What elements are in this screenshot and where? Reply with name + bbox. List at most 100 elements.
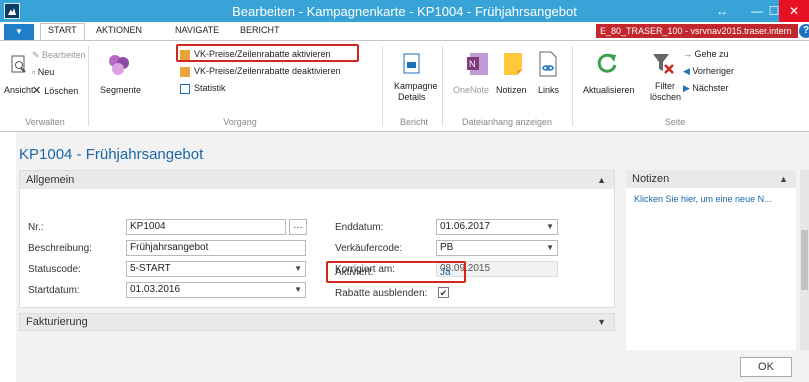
chevron-up-icon[interactable]: ▲ [779,170,788,188]
file-menu-button[interactable]: ▼ [4,24,34,40]
notizen-title: Notizen [632,173,670,185]
naechster-label: Nächster [692,83,729,93]
price-deactivate-icon [180,67,190,77]
vorheriger-label: Vorheriger [692,66,734,76]
statistik-button[interactable]: Statistik [194,83,226,93]
links-button[interactable]: Links [538,85,559,95]
restore-icon[interactable]: ↔ [708,0,736,22]
nr-field[interactable]: KP1004 [126,219,286,235]
statuscode-select[interactable]: 5-START ▼ [126,261,306,277]
rabatte-label: Rabatte ausblenden: [335,288,428,299]
onenote-button[interactable]: OneNote [453,85,489,95]
statuscode-label: Statuscode: [28,264,81,275]
verkaeufercode-select[interactable]: PB ▼ [436,240,558,256]
allgemein-title: Allgemein [26,174,75,186]
window-title: Bearbeiten - Kampagnenkarte - KP1004 - F… [232,4,577,19]
highlight-aktivieren [176,44,359,62]
segments-icon [109,55,129,75]
nr-label: Nr.: [28,222,44,233]
prev-arrow-icon: ◀ [683,66,693,76]
kampagne-details-button[interactable]: Kampagne [394,81,438,91]
startdatum-value: 01.03.2016 [130,284,181,295]
checkmark-icon: ✔ [439,288,448,298]
lookup-button[interactable]: … [289,219,307,235]
vk-deaktivieren-button[interactable]: VK-Preise/Zeilenrabatte deaktivieren [194,66,341,76]
title-bar: Bearbeiten - Kampagnenkarte - KP1004 - F… [0,0,809,22]
notes-icon [504,53,522,75]
link-doc-icon [539,51,557,77]
group-label-vorgang: Vorgang [223,117,257,127]
startdatum-label: Startdatum: [28,285,80,296]
ok-button[interactable]: OK [740,357,792,377]
allgemein-header[interactable]: Allgemein ▲ [20,171,614,189]
segmente-button[interactable]: Segmente [100,85,141,95]
verkaeufercode-label: Verkäufercode: [335,243,403,254]
statuscode-value: 5-START [130,263,171,274]
chevron-down-icon: ▼ [294,285,302,294]
pencil-icon: ✎ [32,50,43,60]
bearbeiten-button[interactable]: ✎ Bearbeiten [32,50,86,61]
filter-loeschen-button[interactable]: Filter [655,81,675,91]
group-label-dateianhang: Dateianhang anzeigen [461,117,553,127]
tab-aktionen[interactable]: AKTIONEN [96,25,142,35]
enddatum-label: Enddatum: [335,222,384,233]
neu-label: Neu [37,67,55,77]
filter-loeschen-line2: löschen [650,92,682,102]
chevron-down-icon: ▼ [546,243,554,252]
chevron-down-icon: ▼ [546,222,554,231]
group-label-seite: Seite [664,117,686,127]
beschreibung-field[interactable]: Frühjahrsangebot [126,240,306,256]
clear-filter-icon [653,54,674,74]
group-separator [442,46,443,126]
tab-navigate[interactable]: NAVIGATE [175,25,219,35]
ribbon: Ansicht ✎ Bearbeiten ▫ Neu ✕ Löschen Ver… [0,40,809,132]
left-margin [0,132,16,382]
page-title: KP1004 - Frühjahrsangebot [19,146,204,163]
neu-button[interactable]: ▫ Neu [32,67,54,77]
group-separator [382,46,383,126]
scrollbar-thumb[interactable] [801,230,808,290]
delete-icon: ✕ [32,85,45,97]
help-icon[interactable]: ? [799,24,809,38]
vertical-scrollbar[interactable] [800,170,809,350]
aktualisieren-button[interactable]: Aktualisieren [583,85,635,95]
svg-text:N: N [469,59,476,69]
group-label-bericht: Bericht [399,117,428,127]
next-arrow-icon: ▶ [683,83,693,93]
ansicht-button[interactable]: Ansicht [4,85,34,95]
loeschen-label: Löschen [44,86,79,96]
report-icon [403,53,420,74]
beschreibung-label: Beschreibung: [28,243,92,254]
refresh-icon [597,53,617,73]
enddatum-field[interactable]: 01.06.2017 ▼ [436,219,558,235]
notizen-header[interactable]: Notizen ▲ [626,170,796,188]
fakturierung-fasttab[interactable]: Fakturierung ▼ [19,313,615,331]
enddatum-value: 01.06.2017 [440,221,491,232]
allgemein-fasttab: Allgemein ▲ [19,170,615,308]
server-badge: E_80_TRASER_100 - vsrvnav2015.traser.int… [596,24,798,38]
loeschen-button[interactable]: ✕ Löschen [32,84,78,97]
tab-start[interactable]: START [40,23,85,40]
tab-bericht[interactable]: BERICHT [240,25,280,35]
rabatte-checkbox[interactable]: ✔ [438,287,449,298]
naechster-button[interactable]: ▶ Nächster [683,83,728,94]
kampagne-details-line2: Details [398,92,426,102]
notizen-button[interactable]: Notizen [496,85,527,95]
new-note-link[interactable]: Klicken Sie hier, um eine neue N... [634,194,772,204]
chevron-down-icon: ▼ [294,264,302,273]
verkaeufercode-value: PB [440,242,454,253]
close-button[interactable]: ✕ [779,0,809,22]
gehe-zu-label: Gehe zu [694,49,729,59]
group-separator [572,46,573,126]
group-label-verwalten: Verwalten [25,117,65,127]
gehe-zu-button[interactable]: → Gehe zu [683,49,729,59]
chevron-up-icon[interactable]: ▲ [597,171,606,189]
view-document-icon [11,55,26,73]
notizen-factbox: Notizen ▲ Klicken Sie hier, um eine neue … [626,170,796,350]
startdatum-field[interactable]: 01.03.2016 ▼ [126,282,306,298]
arrow-right-icon: → [683,49,695,59]
aktiviert-value[interactable]: Ja [440,267,451,278]
group-separator [88,46,89,126]
chevron-down-icon[interactable]: ▼ [597,314,606,330]
vorheriger-button[interactable]: ◀ Vorheriger [683,66,734,77]
